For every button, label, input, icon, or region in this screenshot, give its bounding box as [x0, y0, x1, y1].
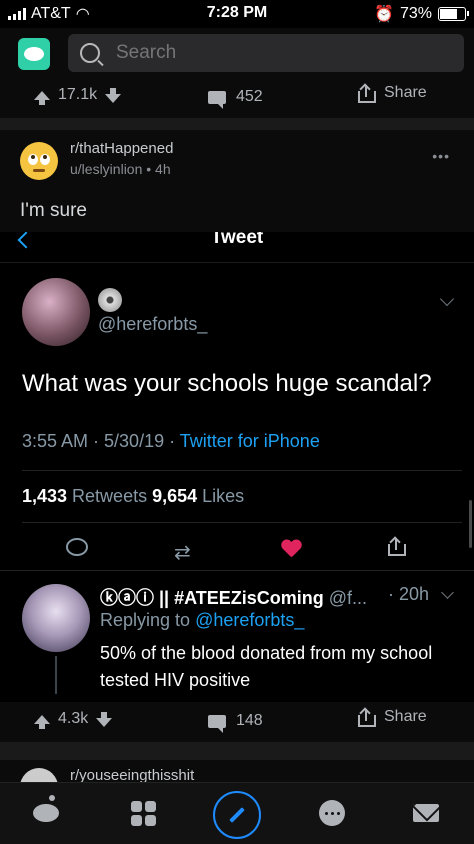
- communities-icon[interactable]: [125, 795, 161, 831]
- create-post-icon[interactable]: [213, 791, 261, 839]
- subreddit-avatar: [20, 768, 58, 782]
- reply-display-name: ⓚⓐⓘ || #ATEEZisComing: [100, 588, 324, 608]
- tweet-divider: [0, 570, 474, 571]
- bottom-tab-bar: [0, 782, 474, 844]
- share-icon: [358, 83, 376, 103]
- chevron-down-icon: [439, 291, 455, 307]
- comments-button[interactable]: 452: [208, 88, 263, 109]
- upvote-icon[interactable]: [34, 90, 50, 105]
- share-label: Share: [384, 708, 427, 725]
- cd-icon: [98, 288, 122, 312]
- search-bar[interactable]: [68, 34, 464, 72]
- post-title: I'm sure: [20, 200, 87, 221]
- prev-post-action-bar: 17.1k 452 Share: [0, 78, 474, 118]
- tweet-timestamp: 3:55 AM · 5/30/19 · Twitter for iPhone: [22, 431, 320, 452]
- emoji-icon[interactable]: [20, 142, 58, 180]
- reply-handle: @f...: [323, 588, 368, 608]
- subreddit-link[interactable]: r/thatHappened: [70, 140, 173, 157]
- tweet-handle: @hereforbts_: [98, 314, 208, 334]
- share-button[interactable]: Share: [358, 707, 427, 727]
- status-right: ⏰ 73%: [374, 4, 469, 24]
- chat-icon[interactable]: [314, 795, 350, 831]
- reply-name: ⓚⓐⓘ || #ATEEZisComing @f...: [100, 584, 367, 610]
- tweet-header: Tweet: [0, 232, 474, 263]
- retweet-count: 1,433: [22, 486, 68, 506]
- upvote-count: 4.3k: [58, 710, 89, 727]
- tweet-divider: [22, 470, 462, 471]
- chevron-down-icon: [441, 586, 454, 599]
- like-label: Likes: [197, 486, 245, 506]
- reply-icon: [66, 538, 88, 556]
- share-label: Share: [384, 84, 427, 101]
- share-icon: [358, 707, 376, 727]
- more-options-icon[interactable]: •••: [432, 148, 450, 164]
- share-button[interactable]: Share: [358, 83, 427, 103]
- like-count: 9,654: [152, 486, 198, 506]
- replying-handle: @hereforbts_: [195, 610, 305, 630]
- comment-count: 148: [236, 712, 263, 729]
- retweet-label: Retweets: [67, 486, 153, 506]
- reply-avatar: [22, 584, 90, 652]
- replying-prefix: Replying to: [100, 610, 196, 630]
- tweet-text: What was your schools huge scandal?: [22, 370, 432, 397]
- thread-line: [55, 656, 57, 694]
- search-input[interactable]: [114, 41, 438, 65]
- comment-count: 452: [236, 88, 263, 105]
- comment-icon: [208, 90, 226, 109]
- tweet-header-title: Tweet: [210, 232, 264, 248]
- comment-icon: [208, 714, 226, 733]
- home-icon[interactable]: [28, 795, 64, 831]
- replying-to: Replying to @hereforbts_: [100, 610, 304, 631]
- upvote-icon[interactable]: [34, 714, 50, 729]
- retweet-icon: ⇄: [174, 542, 191, 564]
- tweet-divider: [22, 522, 462, 523]
- post-meta[interactable]: u/leslyinlion • 4h: [70, 161, 171, 177]
- upvote-count: 17.1k: [58, 86, 98, 103]
- battery-percent: 73%: [399, 5, 432, 22]
- alarm-icon: ⏰: [374, 6, 394, 23]
- feed-divider: [0, 742, 474, 760]
- tweet-time: 3:55 AM · 5/30/19 ·: [22, 431, 180, 451]
- tweet-avatar: [22, 278, 90, 346]
- top-bar: [0, 28, 474, 78]
- status-bar: AT&T ◠ 7:28 PM ⏰ 73%: [0, 0, 474, 28]
- comments-button[interactable]: 148: [208, 712, 263, 733]
- battery-icon: [438, 7, 469, 21]
- vote-group: 17.1k: [34, 86, 122, 105]
- next-post-card[interactable]: r/youseeingthisshit: [0, 760, 474, 782]
- tweet-stats: 1,433 Retweets 9,654 Likes: [22, 486, 244, 507]
- downvote-icon[interactable]: [96, 711, 113, 727]
- heart-icon: [281, 540, 301, 558]
- post-card[interactable]: r/thatHappened u/leslyinlion • 4h ••• I'…: [0, 130, 474, 232]
- reply-text: 50% of the blood donated from my school …: [100, 643, 433, 690]
- post-action-bar: 4.3k 148 Share: [0, 702, 474, 742]
- inbox-icon[interactable]: [408, 795, 444, 831]
- reply-time: · 20h: [388, 584, 430, 604]
- scroll-indicator: [469, 500, 472, 548]
- search-icon: [80, 43, 100, 63]
- downvote-icon[interactable]: [105, 87, 122, 103]
- tweet-source: Twitter for iPhone: [179, 431, 320, 451]
- post-image[interactable]: Tweet @hereforbts_ What was your schools…: [0, 232, 474, 694]
- vote-group: 4.3k: [34, 710, 113, 729]
- reddit-logo-icon[interactable]: [18, 38, 50, 70]
- feed-divider: [0, 118, 474, 130]
- share-icon: [388, 536, 406, 556]
- subreddit-link[interactable]: r/youseeingthisshit: [70, 767, 194, 782]
- tweet-actions: ⇄: [0, 532, 474, 564]
